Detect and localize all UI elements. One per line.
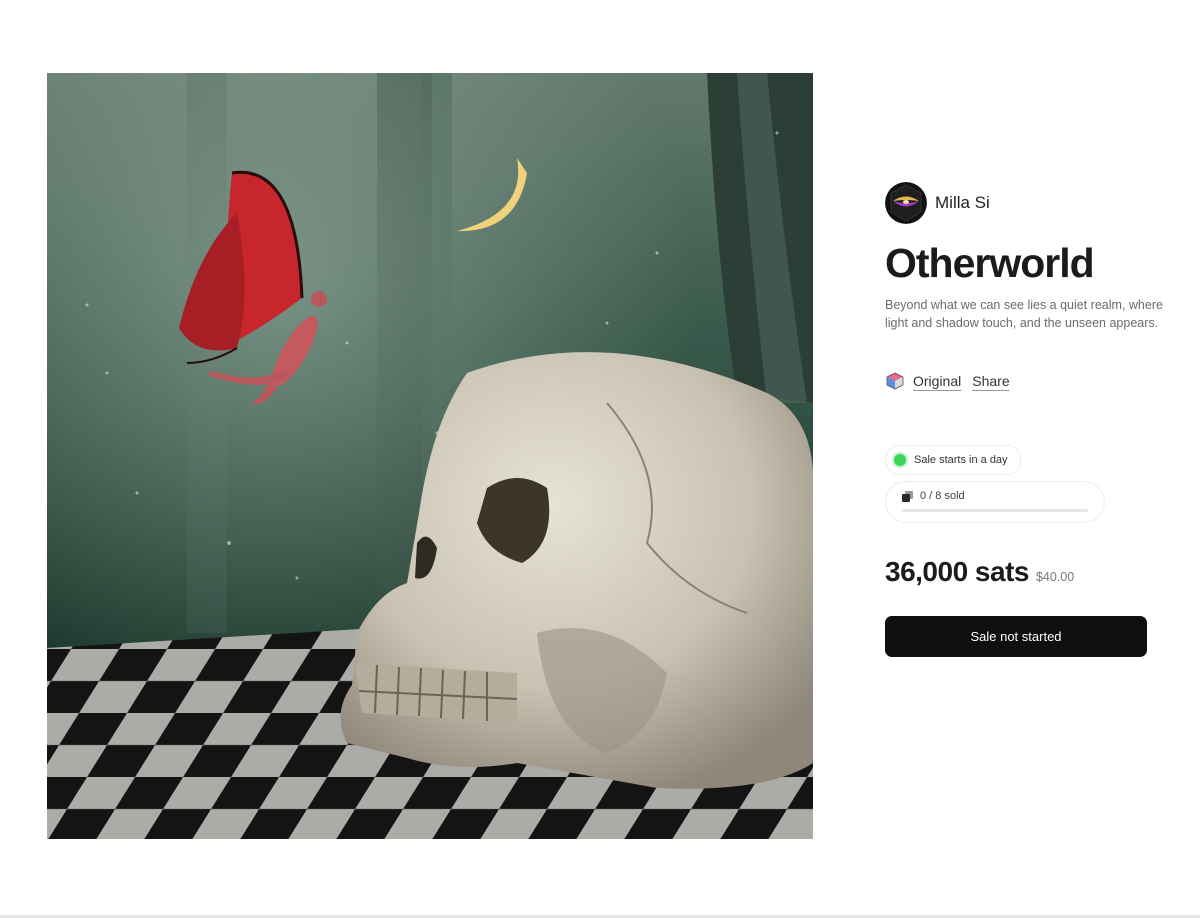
sold-progress: 0 / 8 sold [885, 481, 1105, 523]
product-panel: Milla Si Otherworld Beyond what we can s… [885, 182, 1185, 657]
price-sats: 36,000 sats [885, 556, 1029, 587]
sold-count: 0 / 8 sold [920, 490, 965, 502]
artwork-links: Original Share [885, 370, 1185, 392]
status-dot-icon [894, 454, 906, 466]
artist-avatar[interactable] [885, 182, 927, 224]
artist-row[interactable]: Milla Si [885, 182, 1185, 224]
artwork-image[interactable] [47, 73, 813, 839]
price-usd: $40.00 [1035, 570, 1075, 584]
price: 36,000 sats $40.00 [885, 556, 1185, 588]
sale-status-text: Sale starts in a day [914, 454, 1008, 466]
share-link[interactable]: Share [972, 373, 1009, 389]
stack-icon [902, 490, 913, 502]
cube-icon [885, 371, 905, 391]
artwork-title: Otherworld [885, 240, 1095, 286]
original-link[interactable]: Original [913, 373, 961, 389]
sold-progress-bar [902, 509, 1088, 512]
artwork-illustration [47, 73, 813, 839]
artist-name[interactable]: Milla Si [935, 193, 990, 213]
sale-status-badge: Sale starts in a day [885, 445, 1021, 475]
sale-not-started-button[interactable]: Sale not started [885, 616, 1147, 657]
artwork-description: Beyond what we can see lies a quiet real… [885, 298, 1163, 330]
